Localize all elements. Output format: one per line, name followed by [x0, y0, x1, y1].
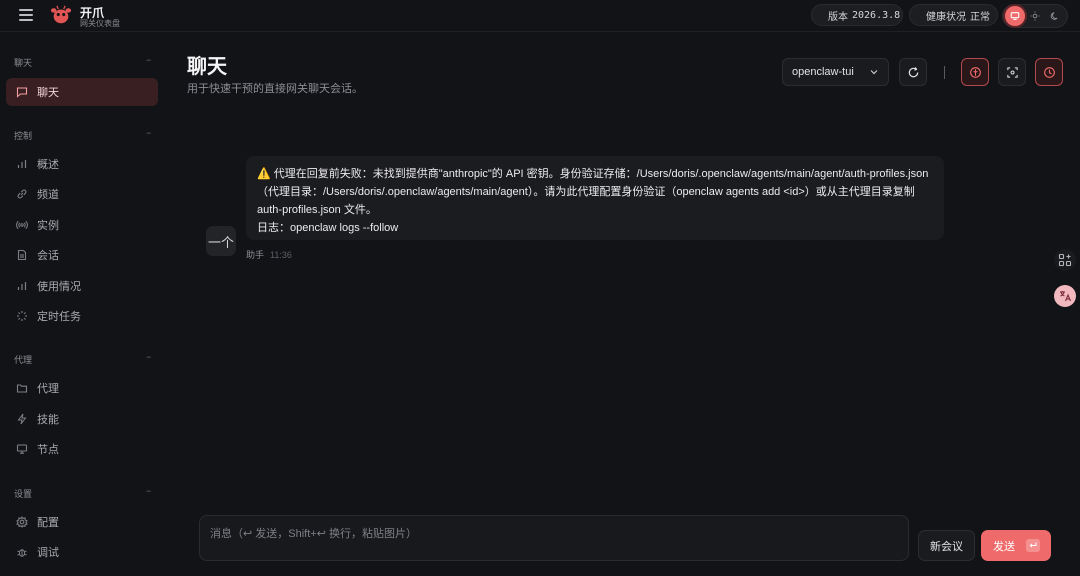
- bar-chart-icon: [16, 158, 28, 170]
- version-label: 版本: [828, 11, 848, 23]
- clock-icon: [1043, 66, 1055, 78]
- link-icon: [16, 188, 28, 200]
- health-badge: 健康状况 正常: [909, 4, 998, 26]
- sidebar-item-label: 实例: [37, 220, 59, 232]
- translate-icon: [1060, 291, 1072, 302]
- sidebar-item-overview[interactable]: 概述: [6, 150, 158, 178]
- broadcast-icon: [16, 219, 28, 231]
- session-select-value: openclaw-tui: [792, 66, 854, 78]
- document-icon: [16, 249, 28, 261]
- loader-icon: [16, 310, 28, 322]
- sidebar-item-skills[interactable]: 技能: [6, 405, 158, 433]
- sidebar-item-label: 配置: [37, 517, 59, 529]
- sidebar-item-agents[interactable]: 代理: [6, 374, 158, 402]
- send-button-label: 发送: [993, 540, 1015, 553]
- page-subtitle: 用于快速干预的直接网关聊天会话。: [187, 83, 363, 95]
- sidebar-item-label: 使用情况: [37, 281, 81, 293]
- sidebar-item-label: 技能: [37, 414, 59, 426]
- sidebar-item-debug[interactable]: 调试: [6, 538, 158, 566]
- health-label: 健康状况: [926, 11, 966, 23]
- message-line: auth-profiles.json 文件。: [257, 204, 377, 216]
- sidebar-item-config[interactable]: 配置: [6, 508, 158, 536]
- bug-icon: [16, 546, 28, 558]
- apps-button[interactable]: [1054, 249, 1076, 271]
- collapse-icon[interactable]: −: [146, 55, 151, 65]
- top-bar: 开爪 网关仪表盘 版本 2026.3.8 健康状况 正常: [0, 0, 1080, 32]
- sidebar-item-label: 代理: [37, 383, 59, 395]
- message-meta: 助手 11:36: [246, 248, 292, 261]
- refresh-icon: [908, 66, 918, 77]
- monitor-icon: [1010, 12, 1020, 20]
- translate-button[interactable]: [1054, 285, 1076, 307]
- chat-icon: [16, 86, 28, 98]
- message-line: 日志：openclaw logs --follow: [257, 222, 399, 234]
- monitor-icon: [16, 443, 28, 455]
- health-value: 正常: [970, 11, 990, 23]
- collapse-icon[interactable]: −: [146, 352, 151, 362]
- enter-key-icon: [1026, 539, 1040, 552]
- avatar: 一个: [206, 226, 236, 256]
- logo-icon: [50, 5, 72, 24]
- refresh-button[interactable]: [899, 58, 927, 86]
- sidebar-item-label: 定时任务: [37, 311, 81, 323]
- sidebar-item-label: 调试: [37, 547, 59, 559]
- sidebar-section-chat[interactable]: 聊天: [14, 56, 32, 69]
- history-button[interactable]: [1035, 58, 1063, 86]
- toolbar-divider: [944, 66, 945, 79]
- brain-icon: [969, 66, 981, 78]
- message-input[interactable]: 消息（↩ 发送，Shift+↩ 换行，粘贴图片）: [199, 515, 909, 561]
- sun-icon[interactable]: [1030, 11, 1040, 21]
- sidebar-item-label: 聊天: [37, 87, 59, 99]
- session-select[interactable]: openclaw-tui: [782, 58, 889, 86]
- sidebar-item-label: 概述: [37, 159, 59, 171]
- folder-icon: [16, 382, 28, 394]
- sidebar-item-sessions[interactable]: 会话: [6, 241, 158, 269]
- send-button[interactable]: 发送: [981, 530, 1051, 561]
- collapse-icon[interactable]: −: [146, 486, 151, 496]
- theme-switcher: [1002, 4, 1068, 28]
- message-time: 11:36: [270, 250, 292, 260]
- message-line: ⚠️ 代理在回复前失败：未找到提供商"anthropic"的 API 密钥。身份…: [257, 168, 929, 180]
- collapse-icon[interactable]: −: [146, 128, 151, 138]
- sidebar-item-label: 会话: [37, 250, 59, 262]
- page-title: 聊天: [187, 56, 227, 78]
- new-session-button[interactable]: 新会议: [918, 530, 975, 561]
- sidebar-item-label: 节点: [37, 444, 59, 456]
- apps-add-icon: [1058, 253, 1072, 267]
- sidebar-item-usage[interactable]: 使用情况: [6, 272, 158, 300]
- menu-icon[interactable]: [19, 9, 33, 21]
- version-badge: 版本 2026.3.8: [811, 4, 903, 26]
- sidebar-section-control[interactable]: 控制: [14, 129, 32, 142]
- moon-icon[interactable]: [1050, 11, 1060, 21]
- focus-icon: [1006, 66, 1018, 78]
- chevron-down-icon: [870, 70, 878, 75]
- sidebar-section-settings[interactable]: 设置: [14, 487, 32, 500]
- sidebar-item-instances[interactable]: 实例: [6, 211, 158, 239]
- gear-icon: [16, 516, 28, 528]
- theme-system-button[interactable]: [1005, 6, 1025, 26]
- version-value: 2026.3.8: [852, 9, 901, 21]
- thinking-toggle-button[interactable]: [961, 58, 989, 86]
- sidebar-item-cron[interactable]: 定时任务: [6, 302, 158, 330]
- message-line: （代理目录：/Users/doris/.openclaw/agents/main…: [257, 186, 915, 198]
- bar-chart-icon: [16, 280, 28, 292]
- lightning-icon: [16, 413, 28, 425]
- assistant-message: ⚠️ 代理在回复前失败：未找到提供商"anthropic"的 API 密钥。身份…: [246, 156, 944, 240]
- focus-mode-button[interactable]: [998, 58, 1026, 86]
- sidebar-item-channels[interactable]: 频道: [6, 180, 158, 208]
- sidebar-item-nodes[interactable]: 节点: [6, 435, 158, 463]
- brand-subtitle: 网关仪表盘: [80, 19, 120, 28]
- sidebar-item-chat[interactable]: 聊天: [6, 78, 158, 106]
- sidebar: 聊天 − 聊天 控制 − 概述 频道 实例 会话 使用情况 定时任务 代理 − …: [0, 32, 166, 576]
- message-sender: 助手: [246, 250, 265, 260]
- sidebar-section-agents[interactable]: 代理: [14, 353, 32, 366]
- sidebar-item-label: 频道: [37, 189, 59, 201]
